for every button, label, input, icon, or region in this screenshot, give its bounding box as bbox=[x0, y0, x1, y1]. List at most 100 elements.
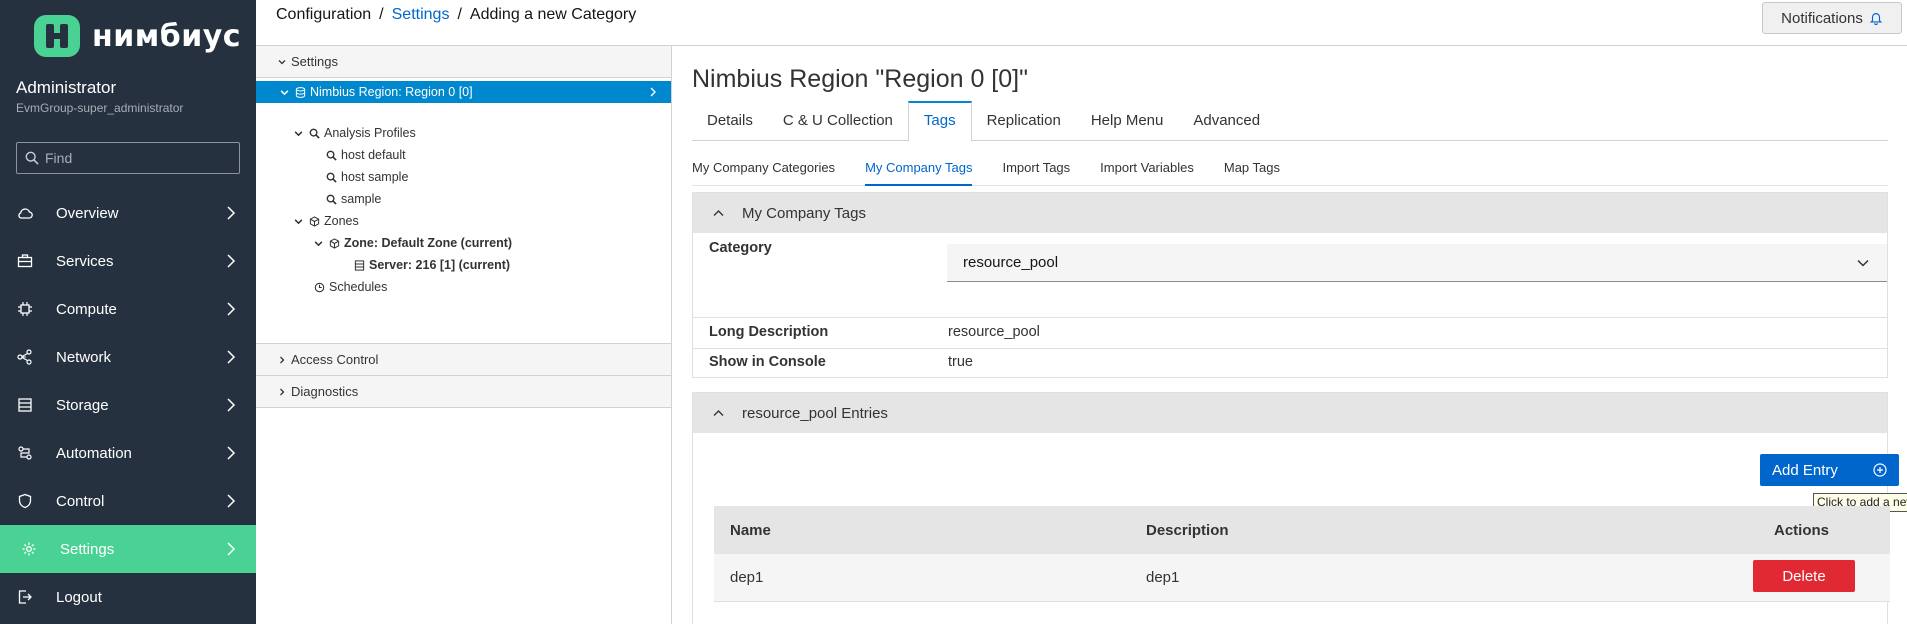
user-group: EvmGroup-super_administrator bbox=[16, 101, 184, 115]
long-description-label: Long Description bbox=[709, 324, 829, 340]
briefcase-icon bbox=[16, 252, 34, 270]
tab-help-menu[interactable]: Help Menu bbox=[1076, 101, 1179, 141]
chevron-down-icon bbox=[1857, 259, 1869, 267]
tree-node-region[interactable]: Nimbius Region: Region 0 [0] bbox=[256, 81, 671, 103]
tab-advanced[interactable]: Advanced bbox=[1178, 101, 1275, 141]
chevron-up-icon bbox=[713, 210, 724, 216]
nav-item-label: Services bbox=[56, 252, 114, 270]
show-in-console-value: true bbox=[948, 354, 973, 370]
nav-item-label: Logout bbox=[56, 588, 102, 606]
bell-icon bbox=[1869, 13, 1883, 25]
main-navigation: нимбиус Administrator EvmGroup-super_adm… bbox=[0, 0, 256, 624]
long-description-value: resource_pool bbox=[948, 324, 1040, 340]
tag-subtabs: My Company Categories My Company Tags Im… bbox=[692, 150, 1888, 186]
logout-icon bbox=[16, 588, 34, 606]
tab-details[interactable]: Details bbox=[692, 101, 768, 141]
show-in-console-label: Show in Console bbox=[709, 354, 826, 370]
search-input[interactable] bbox=[45, 150, 225, 166]
nav-item-overview[interactable]: Overview bbox=[0, 189, 256, 237]
cpu-icon bbox=[16, 300, 34, 318]
storage-icon bbox=[16, 396, 34, 414]
tree-node-analysis-profiles[interactable]: Analysis Profiles bbox=[294, 122, 416, 144]
user-name: Administrator bbox=[16, 78, 117, 97]
tab-cu-collection[interactable]: C & U Collection bbox=[768, 101, 908, 141]
accordion-settings-label: Settings bbox=[291, 54, 338, 69]
settings-tree-panel: Settings Nimbius Region: Region 0 [0] An… bbox=[256, 46, 672, 624]
tree-node-default-zone[interactable]: Zone: Default Zone (current) bbox=[314, 232, 512, 254]
search-icon bbox=[25, 151, 39, 165]
brand-mark-icon bbox=[34, 15, 80, 57]
subtab-map-tags[interactable]: Map Tags bbox=[1224, 150, 1280, 186]
add-entry-button[interactable]: Add Entry bbox=[1760, 454, 1899, 486]
tree-node-host-sample[interactable]: host sample bbox=[326, 166, 408, 188]
chevron-right-icon bbox=[227, 302, 236, 316]
chevron-right-icon bbox=[227, 446, 236, 460]
chevron-down-icon bbox=[280, 89, 289, 95]
database-icon bbox=[295, 86, 306, 98]
zone-icon bbox=[309, 215, 320, 227]
tree-node-label: Schedules bbox=[329, 280, 388, 294]
chevron-down-icon bbox=[294, 130, 303, 136]
subtab-my-company-tags[interactable]: My Company Tags bbox=[865, 150, 973, 186]
subtab-my-company-categories[interactable]: My Company Categories bbox=[692, 150, 835, 186]
tree-node-schedules[interactable]: Schedules bbox=[314, 276, 387, 298]
tree-node-label: Analysis Profiles bbox=[324, 126, 416, 140]
zone-icon bbox=[329, 237, 340, 249]
main-content: Nimbius Region "Region 0 [0]" Details C … bbox=[673, 46, 1907, 624]
panel-divider bbox=[693, 317, 1887, 318]
chevron-right-icon bbox=[227, 542, 236, 556]
table-header: Name Description Actions bbox=[714, 506, 1890, 554]
chevron-right-icon bbox=[227, 254, 236, 268]
tab-tags[interactable]: Tags bbox=[907, 101, 972, 142]
accordion-diagnostics[interactable]: Diagnostics bbox=[256, 376, 671, 408]
category-select[interactable]: resource_pool bbox=[947, 244, 1887, 282]
nav-item-control[interactable]: Control bbox=[0, 477, 256, 525]
chevron-right-icon bbox=[227, 206, 236, 220]
tree-node-host-default[interactable]: host default bbox=[326, 144, 406, 166]
accordion-access-control[interactable]: Access Control bbox=[256, 344, 671, 376]
company-tags-panel: My Company Tags Category resource_pool L… bbox=[692, 192, 1888, 378]
page-title: Nimbius Region "Region 0 [0]" bbox=[692, 65, 1028, 93]
nav-item-services[interactable]: Services bbox=[0, 237, 256, 285]
chevron-right-icon bbox=[650, 87, 656, 97]
subtab-import-tags[interactable]: Import Tags bbox=[1002, 150, 1070, 186]
tree-node-server[interactable]: Server: 216 [1] (current) bbox=[354, 254, 510, 276]
nav-item-logout[interactable]: Logout bbox=[0, 573, 256, 621]
subtab-import-variables[interactable]: Import Variables bbox=[1100, 150, 1194, 186]
search-icon bbox=[326, 194, 337, 205]
breadcrumb-settings-link[interactable]: Settings bbox=[392, 6, 450, 24]
entry-description: dep1 bbox=[1146, 569, 1180, 586]
nav-item-automation[interactable]: Automation bbox=[0, 429, 256, 477]
company-tags-panel-header[interactable]: My Company Tags bbox=[693, 193, 1887, 233]
settings-tree: Nimbius Region: Region 0 [0] Analysis Pr… bbox=[256, 78, 671, 344]
plus-circle-icon bbox=[1873, 463, 1887, 477]
nav-item-storage[interactable]: Storage bbox=[0, 381, 256, 429]
column-header-description: Description bbox=[1146, 521, 1229, 539]
tree-node-sample[interactable]: sample bbox=[326, 188, 381, 210]
search-icon bbox=[326, 172, 337, 183]
tree-node-label: host sample bbox=[341, 170, 409, 184]
nav-search bbox=[16, 142, 240, 174]
search-icon bbox=[326, 150, 337, 161]
chevron-right-icon bbox=[280, 388, 285, 395]
column-header-actions: Actions bbox=[1774, 521, 1830, 539]
region-tabs: Details C & U Collection Tags Replicatio… bbox=[692, 101, 1888, 142]
tree-node-label: Server: 216 [1] (current) bbox=[369, 258, 511, 272]
notifications-button[interactable]: Notifications bbox=[1762, 2, 1902, 34]
chevron-right-icon bbox=[280, 356, 285, 363]
nav-item-network[interactable]: Network bbox=[0, 333, 256, 381]
nav-item-settings[interactable]: Settings bbox=[0, 525, 256, 573]
shield-icon bbox=[16, 492, 34, 510]
delete-button[interactable]: Delete bbox=[1753, 560, 1855, 592]
tab-replication[interactable]: Replication bbox=[972, 101, 1076, 141]
category-label: Category bbox=[709, 240, 772, 256]
tree-node-zones[interactable]: Zones bbox=[294, 210, 359, 232]
nav-item-compute[interactable]: Compute bbox=[0, 285, 256, 333]
chevron-right-icon bbox=[227, 350, 236, 364]
accordion-settings-header[interactable]: Settings bbox=[256, 46, 671, 78]
chevron-right-icon bbox=[227, 398, 236, 412]
gear-icon bbox=[20, 540, 38, 558]
brand-logo[interactable]: нимбиус bbox=[34, 14, 241, 58]
entries-panel-header[interactable]: resource_pool Entries bbox=[693, 393, 1887, 433]
entries-panel: resource_pool Entries Add Entry Click to… bbox=[692, 392, 1907, 624]
